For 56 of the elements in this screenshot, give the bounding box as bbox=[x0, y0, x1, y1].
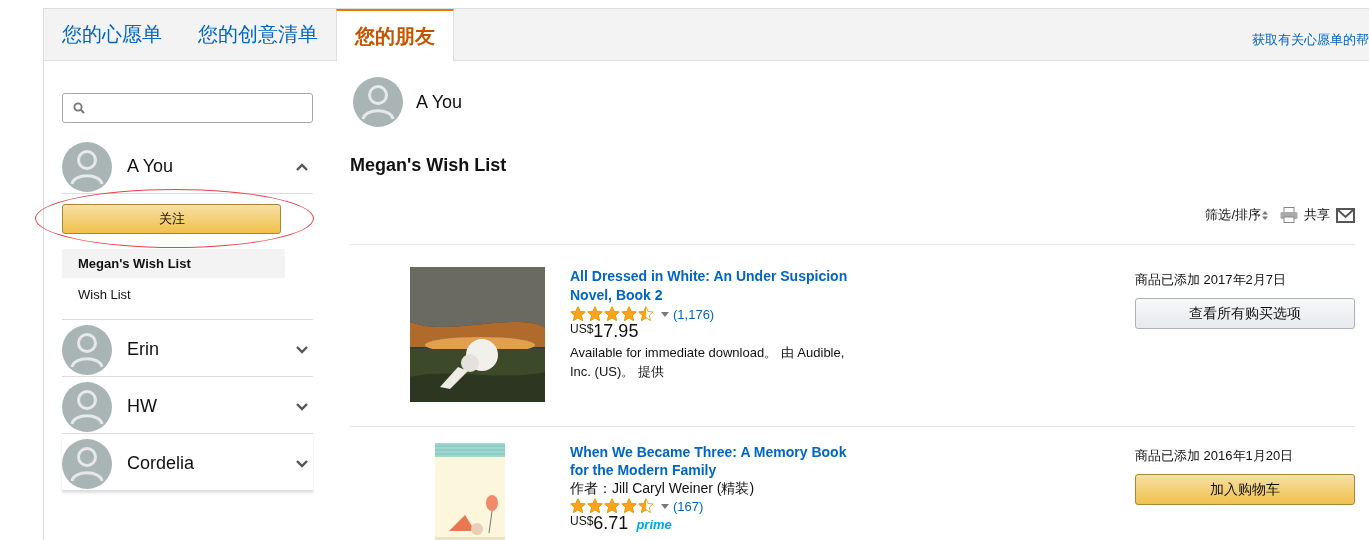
friend-name: Erin bbox=[127, 339, 160, 360]
friend-row[interactable]: A You bbox=[62, 140, 313, 193]
printer-icon bbox=[1280, 207, 1298, 223]
prime-label: prime bbox=[636, 516, 673, 534]
star-icon bbox=[604, 498, 620, 514]
friend-name: HW bbox=[127, 396, 158, 417]
tab[interactable]: 您的创意清单 bbox=[180, 9, 336, 60]
search-field[interactable] bbox=[62, 93, 313, 123]
review-count-link[interactable]: (1,176) bbox=[673, 306, 715, 322]
date-added: 商品已添加 2016年1月20日 bbox=[1135, 447, 1295, 465]
avatar-icon bbox=[62, 141, 112, 192]
item-title-link[interactable]: When We Became Three: A Memory Book for the Modern Family bbox=[570, 443, 855, 479]
star-icon bbox=[638, 498, 654, 514]
friend-name: Cordelia bbox=[127, 453, 196, 474]
item-title-link[interactable]: All Dressed in White: An Under Suspicion Novel, Book 2 bbox=[570, 267, 855, 305]
filter-sort-link[interactable]: 筛选/排序 bbox=[1205, 206, 1261, 224]
avatar-icon bbox=[62, 381, 112, 432]
currency-label: US$ bbox=[570, 513, 594, 528]
star-icon bbox=[570, 498, 586, 514]
avatar-icon bbox=[62, 324, 112, 375]
star-icon bbox=[587, 498, 603, 514]
star-icon bbox=[638, 306, 654, 322]
follow-button[interactable]: 关注 bbox=[62, 204, 281, 234]
star-icon bbox=[587, 306, 603, 322]
avatar-icon bbox=[353, 77, 403, 127]
caret-icon bbox=[661, 503, 669, 509]
star-icon bbox=[621, 306, 637, 322]
add-to-cart-button[interactable]: 加入购物车 bbox=[1135, 474, 1355, 505]
avatar-icon bbox=[62, 438, 112, 489]
friend-name: A You bbox=[127, 156, 175, 177]
item-price: 6.71 bbox=[593, 514, 629, 532]
item-byline: 作者：Jill Caryl Weiner (精装) bbox=[570, 479, 756, 497]
date-added: 商品已添加 2017年2月7日 bbox=[1135, 271, 1287, 289]
list-title: Megan's Wish List bbox=[350, 155, 508, 176]
profile-name: A You bbox=[416, 91, 463, 113]
tab[interactable]: 您的心愿单 bbox=[44, 9, 180, 60]
currency-label: US$ bbox=[570, 321, 594, 336]
wish-list-item[interactable]: Wish List bbox=[62, 280, 285, 309]
mail-icon bbox=[1336, 207, 1355, 223]
buying-options-button[interactable]: 查看所有购买选项 bbox=[1135, 298, 1355, 329]
friend-row[interactable]: Erin bbox=[62, 323, 313, 376]
wish-list-item[interactable]: Megan's Wish List bbox=[62, 249, 285, 278]
star-icon bbox=[621, 498, 637, 514]
friend-row[interactable]: HW bbox=[62, 380, 313, 433]
availability-text: Available for immediate download。 由 Audible, Inc. (US)。 提供 bbox=[570, 344, 846, 381]
share-label: 共享 bbox=[1304, 206, 1330, 224]
help-link[interactable]: 获取有关心愿单的帮 bbox=[1252, 20, 1369, 49]
item-price: 17.95 bbox=[593, 322, 639, 340]
review-count-link[interactable]: (167) bbox=[673, 498, 704, 514]
caret-icon bbox=[661, 311, 669, 317]
star-icon bbox=[570, 306, 586, 322]
friend-row[interactable]: Cordelia bbox=[62, 437, 313, 490]
search-icon bbox=[73, 102, 85, 114]
star-icon bbox=[604, 306, 620, 322]
sort-arrows-icon bbox=[1262, 210, 1268, 220]
tab[interactable]: 您的朋友 bbox=[336, 9, 454, 61]
